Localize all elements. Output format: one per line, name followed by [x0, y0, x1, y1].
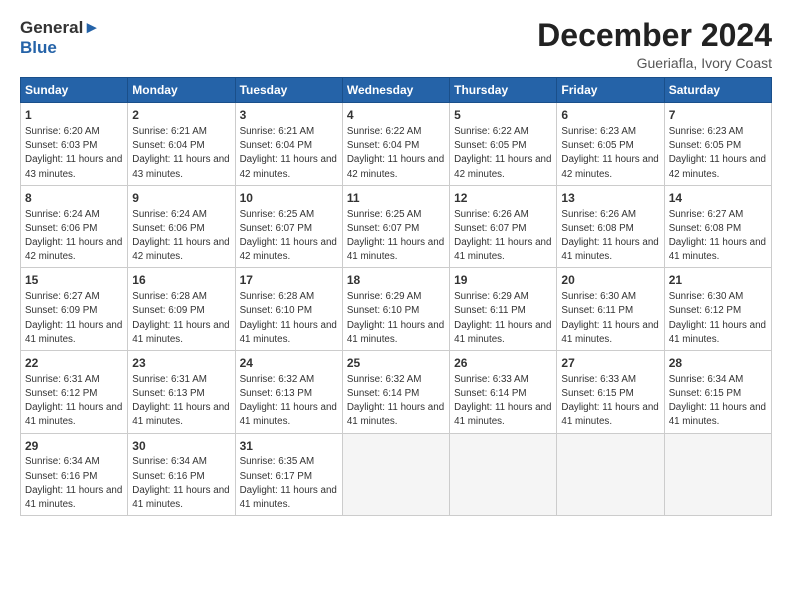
table-row	[450, 433, 557, 516]
header: General► Blue December 2024 Gueriafla, I…	[20, 18, 772, 71]
table-row: 4Sunrise: 6:22 AMSunset: 6:04 PMDaylight…	[342, 103, 449, 186]
table-row: 14Sunrise: 6:27 AMSunset: 6:08 PMDayligh…	[664, 185, 771, 268]
table-row: 9Sunrise: 6:24 AMSunset: 6:06 PMDaylight…	[128, 185, 235, 268]
month-title: December 2024	[537, 18, 772, 53]
table-row: 1Sunrise: 6:20 AMSunset: 6:03 PMDaylight…	[21, 103, 128, 186]
table-row: 27Sunrise: 6:33 AMSunset: 6:15 PMDayligh…	[557, 351, 664, 434]
table-row: 19Sunrise: 6:29 AMSunset: 6:11 PMDayligh…	[450, 268, 557, 351]
col-thursday: Thursday	[450, 78, 557, 103]
table-row	[342, 433, 449, 516]
table-row: 10Sunrise: 6:25 AMSunset: 6:07 PMDayligh…	[235, 185, 342, 268]
table-row: 23Sunrise: 6:31 AMSunset: 6:13 PMDayligh…	[128, 351, 235, 434]
col-saturday: Saturday	[664, 78, 771, 103]
table-row: 30Sunrise: 6:34 AMSunset: 6:16 PMDayligh…	[128, 433, 235, 516]
logo-line1: General►	[20, 18, 100, 38]
table-row: 29Sunrise: 6:34 AMSunset: 6:16 PMDayligh…	[21, 433, 128, 516]
table-row	[664, 433, 771, 516]
table-row: 28Sunrise: 6:34 AMSunset: 6:15 PMDayligh…	[664, 351, 771, 434]
col-friday: Friday	[557, 78, 664, 103]
col-sunday: Sunday	[21, 78, 128, 103]
table-row: 15Sunrise: 6:27 AMSunset: 6:09 PMDayligh…	[21, 268, 128, 351]
table-row: 17Sunrise: 6:28 AMSunset: 6:10 PMDayligh…	[235, 268, 342, 351]
table-row: 2Sunrise: 6:21 AMSunset: 6:04 PMDaylight…	[128, 103, 235, 186]
table-row	[557, 433, 664, 516]
table-row: 25Sunrise: 6:32 AMSunset: 6:14 PMDayligh…	[342, 351, 449, 434]
location: Gueriafla, Ivory Coast	[537, 55, 772, 71]
table-row: 6Sunrise: 6:23 AMSunset: 6:05 PMDaylight…	[557, 103, 664, 186]
table-row: 16Sunrise: 6:28 AMSunset: 6:09 PMDayligh…	[128, 268, 235, 351]
col-wednesday: Wednesday	[342, 78, 449, 103]
table-row: 12Sunrise: 6:26 AMSunset: 6:07 PMDayligh…	[450, 185, 557, 268]
table-row: 31Sunrise: 6:35 AMSunset: 6:17 PMDayligh…	[235, 433, 342, 516]
title-block: December 2024 Gueriafla, Ivory Coast	[537, 18, 772, 71]
logo: General► Blue	[20, 18, 100, 57]
col-tuesday: Tuesday	[235, 78, 342, 103]
table-row: 3Sunrise: 6:21 AMSunset: 6:04 PMDaylight…	[235, 103, 342, 186]
table-row: 21Sunrise: 6:30 AMSunset: 6:12 PMDayligh…	[664, 268, 771, 351]
table-row: 5Sunrise: 6:22 AMSunset: 6:05 PMDaylight…	[450, 103, 557, 186]
col-monday: Monday	[128, 78, 235, 103]
table-row: 11Sunrise: 6:25 AMSunset: 6:07 PMDayligh…	[342, 185, 449, 268]
table-row: 13Sunrise: 6:26 AMSunset: 6:08 PMDayligh…	[557, 185, 664, 268]
table-row: 18Sunrise: 6:29 AMSunset: 6:10 PMDayligh…	[342, 268, 449, 351]
table-row: 22Sunrise: 6:31 AMSunset: 6:12 PMDayligh…	[21, 351, 128, 434]
table-row: 7Sunrise: 6:23 AMSunset: 6:05 PMDaylight…	[664, 103, 771, 186]
logo-line2: Blue	[20, 38, 100, 58]
table-row: 8Sunrise: 6:24 AMSunset: 6:06 PMDaylight…	[21, 185, 128, 268]
calendar: Sunday Monday Tuesday Wednesday Thursday…	[20, 77, 772, 516]
page: General► Blue December 2024 Gueriafla, I…	[0, 0, 792, 612]
table-row: 24Sunrise: 6:32 AMSunset: 6:13 PMDayligh…	[235, 351, 342, 434]
table-row: 20Sunrise: 6:30 AMSunset: 6:11 PMDayligh…	[557, 268, 664, 351]
table-row: 26Sunrise: 6:33 AMSunset: 6:14 PMDayligh…	[450, 351, 557, 434]
